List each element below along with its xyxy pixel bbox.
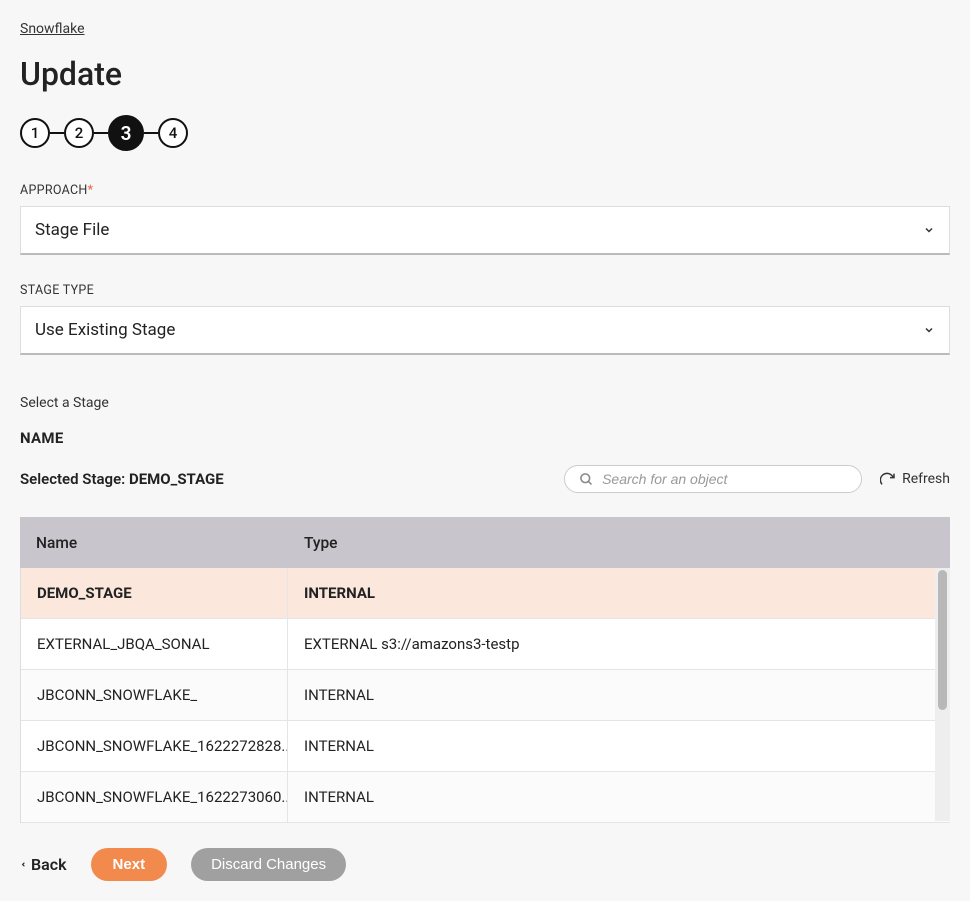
chevron-down-icon — [923, 224, 935, 236]
search-icon — [579, 472, 594, 487]
cell-type: INTERNAL — [288, 686, 935, 704]
table-body: DEMO_STAGEINTERNALEXTERNAL_JBQA_SONALEXT… — [20, 568, 950, 823]
refresh-button[interactable]: Refresh — [880, 471, 950, 487]
table-row[interactable]: JBCONN_SNOWFLAKE_1622273060...INTERNAL — [21, 772, 950, 823]
required-marker: * — [88, 183, 94, 198]
stepper: 1 2 3 4 — [20, 115, 950, 151]
chevron-left-icon — [20, 859, 27, 870]
step-connector — [144, 132, 158, 134]
footer: Back Next Discard Changes — [20, 848, 346, 881]
step-connector — [50, 132, 64, 134]
table-row[interactable]: JBCONN_SNOWFLAKE_1622272828...INTERNAL — [21, 721, 950, 772]
name-heading: NAME — [20, 429, 950, 447]
cell-name: DEMO_STAGE — [21, 568, 288, 618]
stage-type-label: STAGE TYPE — [20, 283, 950, 298]
cell-type: INTERNAL — [288, 788, 935, 806]
column-header-type[interactable]: Type — [288, 534, 950, 552]
discard-changes-button[interactable]: Discard Changes — [191, 848, 346, 881]
approach-label: APPROACH* — [20, 183, 950, 198]
back-button[interactable]: Back — [20, 855, 67, 874]
next-button[interactable]: Next — [91, 848, 168, 881]
step-connector — [94, 132, 108, 134]
stage-table: Name Type DEMO_STAGEINTERNALEXTERNAL_JBQ… — [20, 517, 950, 823]
cell-name: EXTERNAL_JBQA_SONAL — [21, 619, 288, 669]
refresh-icon — [880, 471, 896, 487]
stage-type-value: Use Existing Stage — [35, 320, 175, 340]
scrollbar-thumb[interactable] — [938, 570, 947, 710]
cell-type: EXTERNAL s3://amazons3-testp — [288, 635, 935, 653]
table-row[interactable]: DEMO_STAGEINTERNAL — [21, 568, 950, 619]
table-header: Name Type — [20, 517, 950, 568]
step-4[interactable]: 4 — [158, 118, 188, 148]
search-input-wrap[interactable] — [564, 465, 862, 493]
breadcrumb-snowflake[interactable]: Snowflake — [20, 21, 85, 37]
cell-name: JBCONN_SNOWFLAKE_1622273060... — [21, 772, 288, 822]
chevron-down-icon — [923, 324, 935, 336]
page-title: Update — [20, 55, 950, 93]
approach-select[interactable]: Stage File — [20, 206, 950, 255]
column-header-name[interactable]: Name — [20, 534, 288, 552]
step-2[interactable]: 2 — [64, 118, 94, 148]
cell-type: INTERNAL — [288, 584, 935, 602]
selected-stage: Selected Stage: DEMO_STAGE — [20, 470, 224, 488]
search-input[interactable] — [602, 471, 847, 487]
approach-value: Stage File — [35, 220, 109, 240]
select-stage-label: Select a Stage — [20, 395, 950, 411]
step-3[interactable]: 3 — [108, 115, 144, 151]
table-row[interactable]: EXTERNAL_JBQA_SONALEXTERNAL s3://amazons… — [21, 619, 950, 670]
table-row[interactable]: JBCONN_SNOWFLAKE_INTERNAL — [21, 670, 950, 721]
stage-type-select[interactable]: Use Existing Stage — [20, 306, 950, 355]
step-1[interactable]: 1 — [20, 118, 50, 148]
cell-name: JBCONN_SNOWFLAKE_1622272828... — [21, 721, 288, 771]
cell-type: INTERNAL — [288, 737, 935, 755]
cell-name: JBCONN_SNOWFLAKE_ — [21, 670, 288, 720]
